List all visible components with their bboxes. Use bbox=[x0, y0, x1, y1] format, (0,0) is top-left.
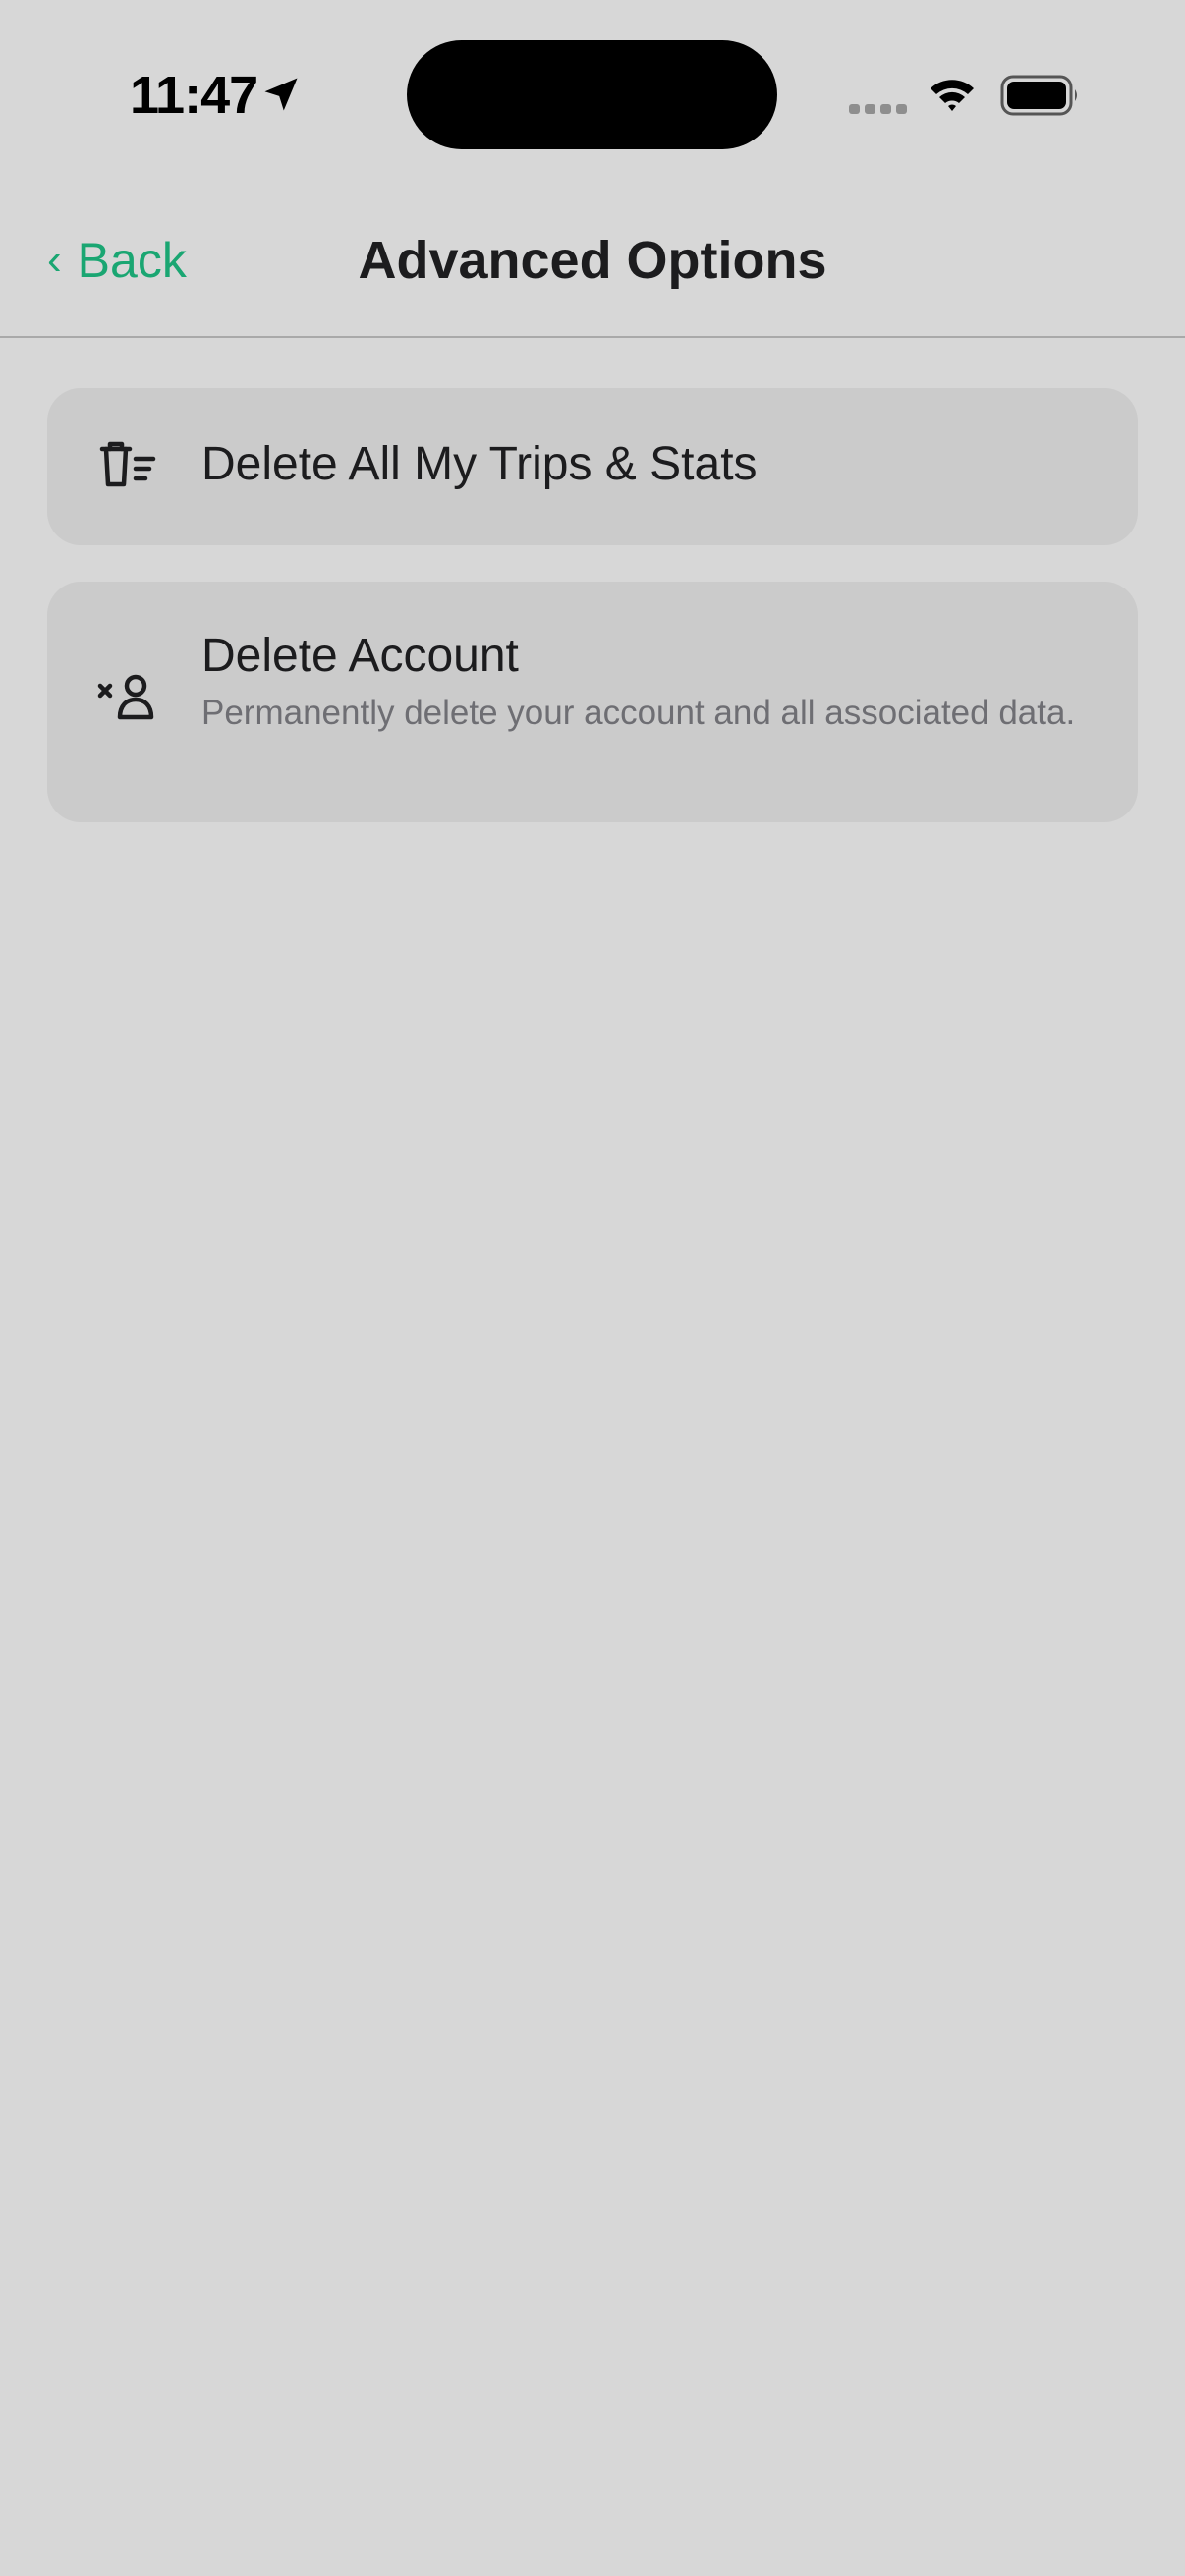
delete-trips-title: Delete All My Trips & Stats bbox=[201, 438, 758, 490]
location-arrow-icon bbox=[264, 78, 298, 111]
status-time: 11:47 bbox=[130, 66, 258, 125]
navigation-bar: ‹ Back Advanced Options bbox=[0, 187, 1185, 338]
dynamic-island bbox=[407, 40, 777, 149]
delete-trips-button[interactable]: Delete All My Trips & Stats bbox=[47, 388, 1138, 545]
nav-divider bbox=[0, 336, 1185, 338]
delete-account-subtitle: Permanently delete your account and all … bbox=[201, 694, 1076, 732]
page-title: Advanced Options bbox=[358, 231, 827, 290]
delete-account-title: Delete Account bbox=[201, 630, 519, 682]
delete-account-button[interactable]: Delete Account Permanently delete your a… bbox=[47, 582, 1138, 822]
trash-list-icon bbox=[99, 441, 156, 487]
wifi-icon bbox=[931, 80, 974, 111]
battery-icon bbox=[1000, 75, 1077, 116]
person-remove-icon bbox=[97, 674, 154, 720]
cellular-signal-icon bbox=[849, 104, 907, 114]
status-bar: 11:47 bbox=[0, 0, 1185, 187]
